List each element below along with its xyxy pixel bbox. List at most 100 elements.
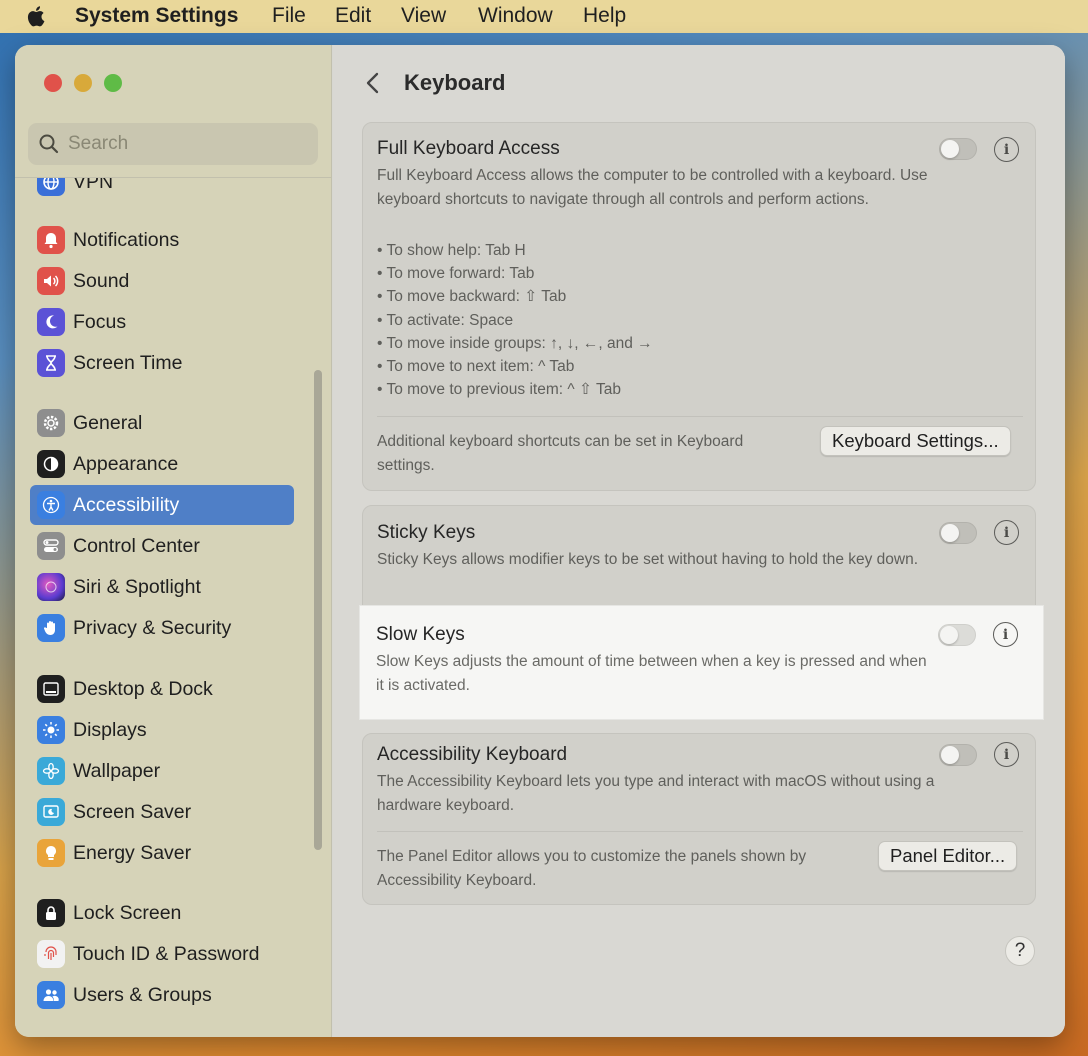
sidebar-list: VPN Notifications Sound Focus Screen Tim… (15, 178, 332, 1037)
menu-bar: System Settings File Edit View Window He… (0, 0, 1088, 33)
sidebar-item-privacy-security[interactable]: Privacy & Security (30, 608, 294, 648)
sidebar-item-sound[interactable]: Sound (30, 261, 294, 301)
minimize-window-button[interactable] (74, 74, 92, 92)
keyboard-settings-button[interactable]: Keyboard Settings... (820, 426, 1011, 456)
sidebar-item-general[interactable]: General (30, 403, 294, 443)
card-divider (377, 831, 1023, 832)
apple-menu-icon[interactable] (26, 4, 48, 28)
sidebar-scrollbar[interactable] (314, 370, 322, 850)
moon-icon (37, 308, 65, 336)
sidebar-item-label: Touch ID & Password (73, 942, 260, 965)
shortcut-item: • To move backward: ⇧ Tab (377, 288, 567, 306)
app-menu[interactable]: System Settings (75, 4, 238, 28)
search-input[interactable] (68, 129, 308, 159)
slow-keys-title: Slow Keys (376, 624, 465, 645)
sidebar-item-siri-spotlight[interactable]: Siri & Spotlight (30, 567, 294, 607)
accessibility-keyboard-card: Accessibility Keyboard The Accessibility… (362, 733, 1036, 905)
page-title: Keyboard (404, 70, 506, 95)
shortcut-item: • To move to previous item: ^ ⇧ Tab (377, 381, 621, 399)
full-keyboard-access-info-icon[interactable]: i (994, 137, 1019, 162)
panel-editor-button[interactable]: Panel Editor... (878, 841, 1018, 871)
card-divider (377, 416, 1023, 417)
sticky-keys-info-icon[interactable]: i (994, 520, 1019, 545)
sidebar-item-displays[interactable]: Displays (30, 710, 294, 750)
slow-keys-info-icon[interactable]: i (993, 622, 1018, 647)
file-menu[interactable]: File (272, 4, 306, 28)
sidebar-item-energy-saver[interactable]: Energy Saver (30, 833, 294, 873)
shortcut-item: • To move forward: Tab (377, 265, 535, 283)
sidebar-item-label: Focus (73, 310, 127, 333)
sidebar-item-screen-time[interactable]: Screen Time (30, 343, 294, 383)
sidebar-item-screen-saver[interactable]: Screen Saver (30, 792, 294, 832)
sidebar-item-label: Energy Saver (73, 841, 192, 864)
sidebar-item-vpn[interactable]: VPN (30, 178, 294, 202)
sidebar-item-users-groups[interactable]: Users & Groups (30, 975, 294, 1015)
speaker-icon (37, 267, 65, 295)
shortcut-list: • To show help: Tab H • To move forward:… (377, 239, 653, 401)
sidebar-item-label: Notifications (73, 228, 180, 251)
sidebar-item-appearance[interactable]: Appearance (30, 444, 294, 484)
sidebar-item-label: Displays (73, 718, 147, 741)
sidebar-item-label: General (73, 411, 143, 434)
globe-icon (37, 178, 65, 196)
sidebar-item-label: Appearance (73, 452, 179, 475)
sidebar-item-label: Siri & Spotlight (73, 575, 201, 598)
flower-icon (37, 757, 65, 785)
sidebar-item-label: Sound (73, 269, 130, 292)
slow-keys-description: Slow Keys adjusts the amount of time bet… (376, 653, 927, 694)
accessibility-keyboard-title: Accessibility Keyboard (377, 744, 568, 765)
sidebar-item-label: Control Center (73, 534, 200, 557)
sidebar-item-touch-id[interactable]: Touch ID & Password (30, 934, 294, 974)
settings-window: VPN Notifications Sound Focus (15, 45, 1065, 1037)
sidebar-item-notifications[interactable]: Notifications (30, 220, 294, 260)
sidebar-item-label: Lock Screen (73, 901, 182, 924)
panel-editor-note: The Panel Editor allows you to customize… (377, 848, 807, 889)
sidebar-item-label: Screen Time (73, 351, 183, 374)
sidebar-item-wallpaper[interactable]: Wallpaper (30, 751, 294, 791)
sun-icon (37, 716, 65, 744)
appearance-icon (37, 450, 65, 478)
sticky-keys-toggle[interactable] (939, 522, 977, 544)
slow-keys-toggle[interactable] (938, 624, 976, 646)
edit-menu[interactable]: Edit (335, 4, 371, 28)
zoom-window-button[interactable] (104, 74, 122, 92)
accessibility-icon (37, 491, 65, 519)
sidebar-item-lock-screen[interactable]: Lock Screen (30, 893, 294, 933)
sidebar-item-control-center[interactable]: Control Center (30, 526, 294, 566)
siri-icon (37, 573, 65, 601)
sidebar-item-label: VPN (73, 178, 114, 193)
hand-icon (37, 614, 65, 642)
full-keyboard-access-description: Full Keyboard Access allows the computer… (377, 167, 928, 208)
sidebar-item-label: Desktop & Dock (73, 677, 213, 700)
back-chevron-icon[interactable] (363, 71, 383, 95)
dock-icon (37, 675, 65, 703)
sidebar-item-label: Screen Saver (73, 800, 192, 823)
sidebar-item-accessibility[interactable]: Accessibility (30, 485, 294, 525)
view-menu[interactable]: View (401, 4, 446, 28)
window-menu[interactable]: Window (478, 4, 553, 28)
search-field[interactable] (28, 123, 318, 165)
close-window-button[interactable] (44, 74, 62, 92)
lock-icon (37, 899, 65, 927)
sidebar-item-focus[interactable]: Focus (30, 302, 294, 342)
fingerprint-icon (37, 940, 65, 968)
keyboard-settings-note: Additional keyboard shortcuts can be set… (377, 433, 744, 474)
accessibility-keyboard-info-icon[interactable]: i (994, 742, 1019, 767)
sidebar-item-label: Accessibility (73, 493, 180, 516)
sticky-keys-title: Sticky Keys (377, 522, 476, 543)
shortcut-item: • To activate: Space (377, 311, 514, 329)
sidebar-item-desktop-dock[interactable]: Desktop & Dock (30, 669, 294, 709)
hourglass-icon (37, 349, 65, 377)
sidebar-item-label: Users & Groups (73, 983, 212, 1006)
gear-icon (37, 409, 65, 437)
search-icon (39, 134, 59, 154)
full-keyboard-access-toggle[interactable] (939, 138, 977, 160)
full-keyboard-access-title: Full Keyboard Access (377, 138, 560, 159)
toggles-icon (37, 532, 65, 560)
full-keyboard-access-card: Full Keyboard Access Full Keyboard Acces… (362, 122, 1036, 491)
help-menu[interactable]: Help (583, 4, 626, 28)
help-button[interactable]: ? (1005, 936, 1035, 966)
sidebar: VPN Notifications Sound Focus (15, 45, 332, 1037)
accessibility-keyboard-toggle[interactable] (939, 744, 977, 766)
shortcut-item: • To move to next item: ^ Tab (377, 358, 575, 376)
